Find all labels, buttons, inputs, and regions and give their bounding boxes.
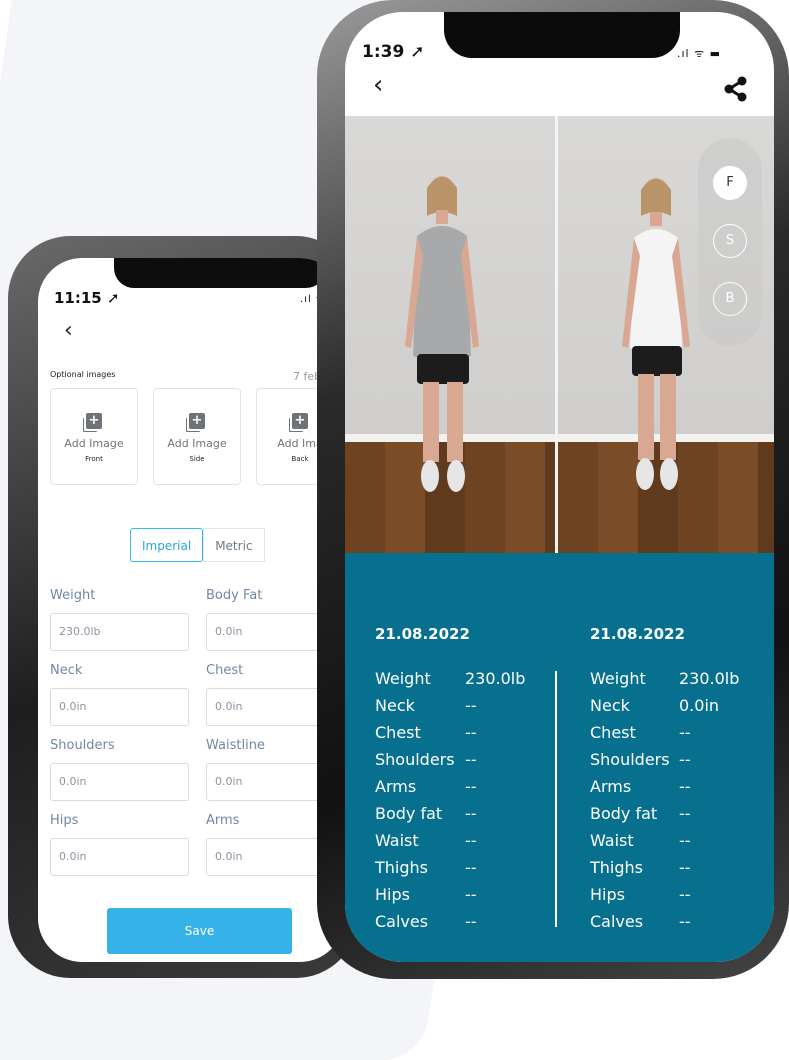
save-button[interactable]: Save <box>107 908 292 954</box>
body-fat-label: Body Fat <box>206 588 263 603</box>
photo-left <box>345 116 555 553</box>
phone-notch <box>444 12 680 58</box>
shoulders-label: Shoulders <box>50 738 115 753</box>
neck-input[interactable]: 0.0in <box>50 688 189 726</box>
front-phone-screen: 1:39 ➚ .ıl ᯤ ▬ ‹ F S B 21.08.2022 Weight… <box>345 12 774 962</box>
optional-images-label: Optional images <box>50 370 116 379</box>
status-time: 1:39 ➚ <box>362 42 425 62</box>
imperial-tab[interactable]: Imperial <box>130 528 204 562</box>
arms-label: Arms <box>206 813 240 828</box>
add-image-front-button[interactable]: + Add Image Front <box>50 388 138 485</box>
comparison-photos: F S B <box>345 116 774 553</box>
share-icon[interactable] <box>723 76 749 106</box>
weight-label: Weight <box>50 588 96 603</box>
add-image-side-button[interactable]: + Add Image Side <box>153 388 241 485</box>
status-time: 11:15 ➚ <box>54 289 120 307</box>
back-view-button[interactable]: B <box>713 282 747 316</box>
back-phone-screen: 11:15 ➚ .ıl ᯤ ‹ Optional images 7 feb + … <box>38 258 344 962</box>
metric-tab[interactable]: Metric <box>203 528 265 562</box>
column-date: 21.08.2022 <box>375 625 470 643</box>
image-slot-name: Front <box>85 455 103 463</box>
measurements-comparison: 21.08.2022 Weight 230.0lb Neck -- Chest -- … <box>345 553 774 962</box>
add-image-icon: + <box>86 413 102 429</box>
add-image-icon: + <box>292 413 308 429</box>
waistline-label: Waistline <box>206 738 265 753</box>
hips-label: Hips <box>50 813 79 828</box>
hips-input[interactable]: 0.0in <box>50 838 189 876</box>
shoulders-input[interactable]: 0.0in <box>50 763 189 801</box>
image-slot-name: Side <box>189 455 205 463</box>
unit-toggle: Imperial Metric <box>130 528 265 562</box>
back-phone: 11:15 ➚ .ıl ᯤ ‹ Optional images 7 feb + … <box>8 236 358 978</box>
status-icons: .ıl ᯤ ▬ <box>677 47 722 60</box>
person-figure-icon <box>405 176 479 492</box>
chest-label: Chest <box>206 663 244 678</box>
phone-notch <box>114 258 326 288</box>
back-button[interactable]: ‹ <box>373 72 383 98</box>
side-view-button[interactable]: S <box>713 224 747 258</box>
column-date: 21.08.2022 <box>590 625 685 643</box>
add-image-label: Add Image <box>167 437 227 450</box>
add-image-icon: + <box>189 413 205 429</box>
neck-label: Neck <box>50 663 83 678</box>
column-divider <box>555 671 557 927</box>
view-selector: F S B <box>698 138 762 346</box>
front-view-button[interactable]: F <box>713 166 747 200</box>
front-phone: 1:39 ➚ .ıl ᯤ ▬ ‹ F S B 21.08.2022 Weight… <box>317 0 789 979</box>
add-image-label: Add Image <box>64 437 124 450</box>
weight-input[interactable]: 230.0lb <box>50 613 189 651</box>
back-button[interactable]: ‹ <box>64 320 73 342</box>
